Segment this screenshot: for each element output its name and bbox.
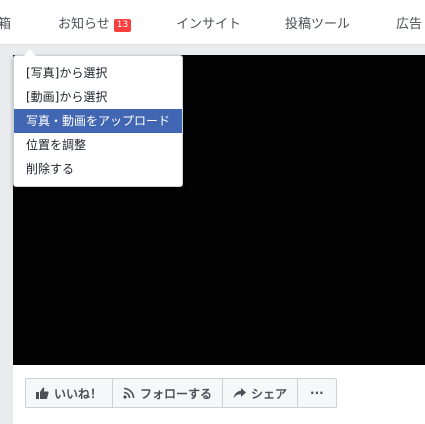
cover-options-menu: [写真]から選択 [動画]から選択 写真・動画をアップロード 位置を調整 削除す…	[13, 49, 183, 187]
nav-item-publishing-tools[interactable]: 投稿ツール	[285, 13, 350, 32]
follow-label: フォローする	[140, 386, 213, 401]
share-label: シェア	[251, 386, 288, 401]
menu-item-upload[interactable]: 写真・動画をアップロード	[14, 109, 182, 133]
nav-item-label: 箱	[0, 17, 12, 32]
nav-item-label: お知らせ	[58, 17, 110, 32]
like-button[interactable]: いいね！	[26, 379, 114, 407]
menu-item-choose-video[interactable]: [動画]から選択	[14, 85, 182, 109]
share-button[interactable]: シェア	[223, 379, 299, 407]
rss-icon	[123, 387, 135, 399]
nav-item-inbox[interactable]: 箱	[0, 13, 11, 32]
nav-item-label: インサイト	[176, 17, 242, 32]
menu-item-remove[interactable]: 削除する	[14, 157, 182, 181]
like-label: いいね！	[54, 386, 103, 401]
page-action-bar: いいね！ フォローする シェア ···	[25, 378, 337, 408]
thumbs-up-icon	[36, 387, 49, 399]
nav-item-insights[interactable]: インサイト	[176, 13, 241, 32]
notification-badge: 13	[113, 19, 132, 32]
menu-item-reposition[interactable]: 位置を調整	[14, 133, 182, 157]
nav-item-notifications[interactable]: お知らせ 13	[58, 13, 132, 33]
nav-item-label: 投稿ツール	[285, 17, 351, 32]
nav-item-label: 広告	[396, 17, 423, 32]
nav-item-ads[interactable]: 広告	[396, 13, 422, 32]
follow-button[interactable]: フォローする	[113, 379, 224, 407]
page-nav-bar: 箱 お知らせ 13 インサイト 投稿ツール 広告	[0, 0, 425, 45]
menu-item-choose-photo[interactable]: [写真]から選択	[14, 61, 182, 85]
more-options-button[interactable]: ···	[298, 379, 336, 407]
share-arrow-icon	[233, 387, 247, 398]
more-icon: ···	[310, 386, 324, 400]
